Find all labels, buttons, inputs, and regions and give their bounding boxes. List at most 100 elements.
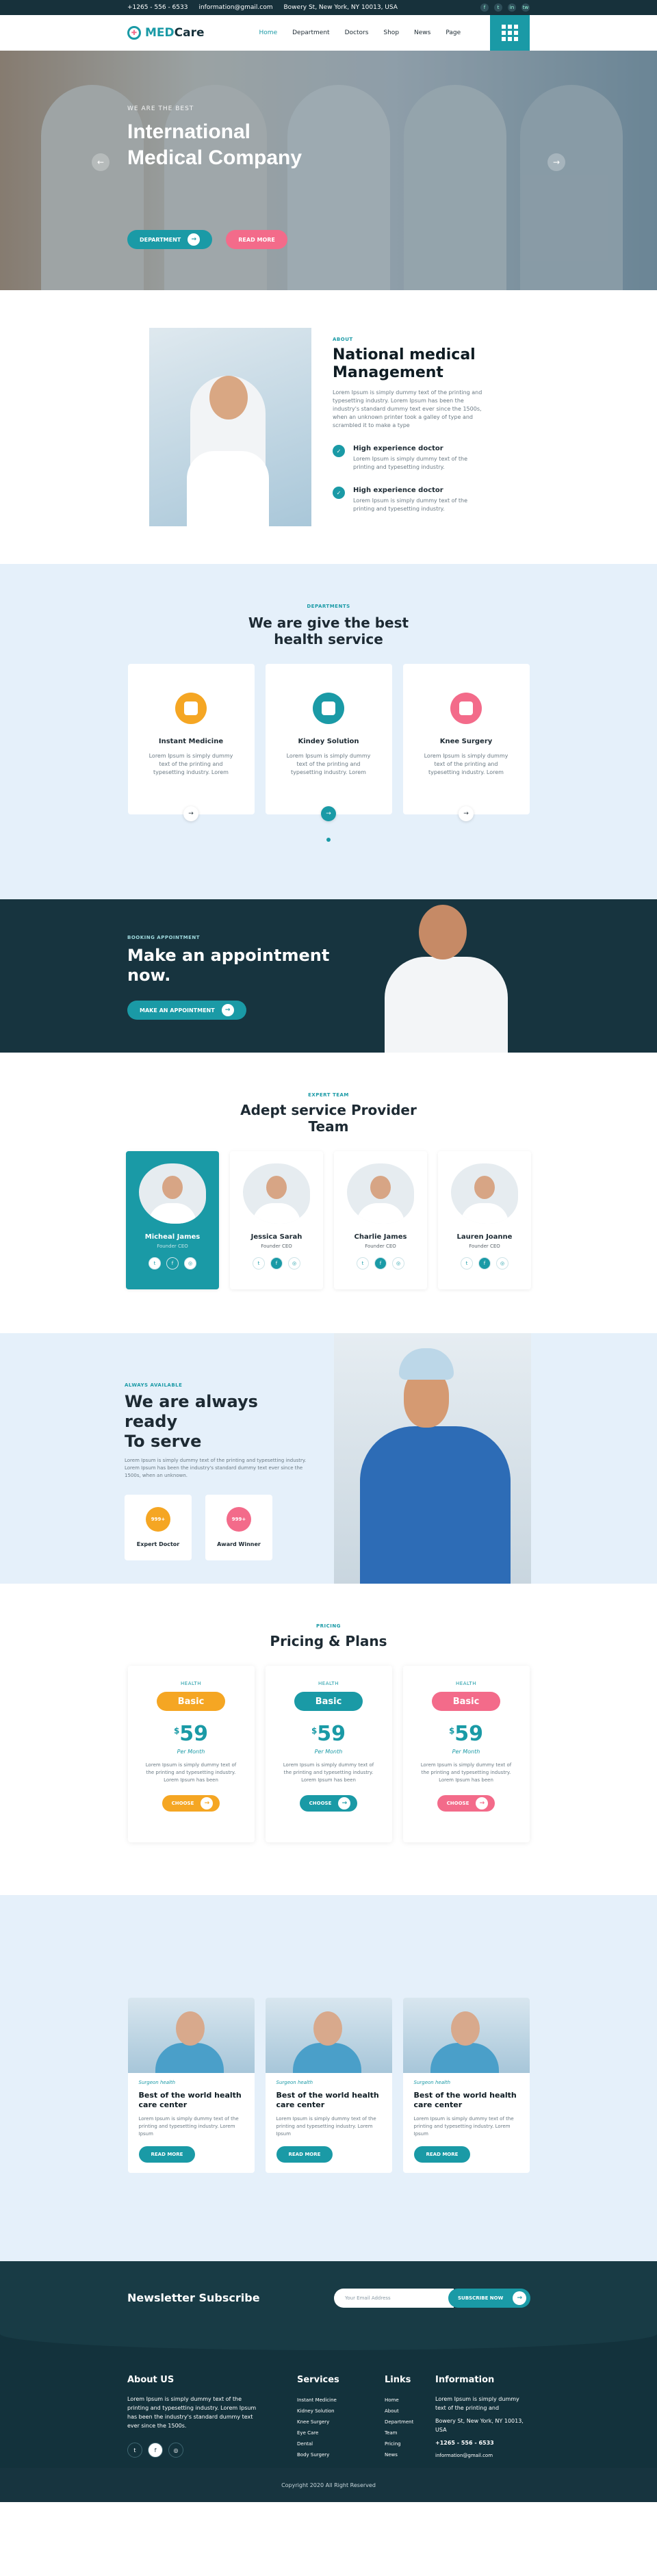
facebook-icon[interactable]: f [148,2443,163,2458]
footer-address: Bowery St, New York, NY 10013, USA [435,2418,524,2433]
footer-service-link[interactable]: Knee Surgery [297,2417,339,2427]
arrow-right-icon[interactable]: → [183,806,198,821]
ready-tag: ALWAYS AVAILABLE [125,1382,183,1388]
blog-read-more-button[interactable]: READ MORE [413,2146,471,2163]
footer-email[interactable]: information@gmail.com [435,2451,531,2460]
pricing-title: Pricing & Plans [270,1633,387,1649]
instagram-icon[interactable]: ◎ [392,1257,404,1270]
facebook-icon[interactable]: f [478,1257,491,1270]
choose-button[interactable]: CHOOSE → [299,1795,358,1812]
facebook-icon[interactable]: f [270,1257,283,1270]
grid-menu-button[interactable] [490,15,530,51]
blog-card: Surgeon health Best of the world health … [265,1998,392,2173]
team-card[interactable]: Lauren Joanne Founder CEO t f ◎ [438,1151,531,1289]
team-card[interactable]: Jessica Sarah Founder CEO t f ◎ [230,1151,323,1289]
team-card[interactable]: Micheal James Founder CEO t f ◎ [126,1151,219,1289]
subscribe-button[interactable]: SUBSCRIBE NOW → [448,2289,530,2308]
service-card[interactable]: Instant Medicine Lorem Ipsum is simply du… [127,664,255,821]
doctor-image [385,905,508,1053]
avatar [347,1163,414,1224]
newsletter-title: Newsletter Subscribe [127,2291,260,2304]
footer-link[interactable]: About [385,2406,413,2417]
nav-item-shop[interactable]: Shop [383,29,399,36]
knee-icon [450,693,482,724]
instagram-icon[interactable]: ◎ [288,1257,300,1270]
facebook-icon[interactable]: f [374,1257,387,1270]
footer-link[interactable]: Pricing [385,2438,413,2449]
footer-links-title: Links [385,2375,411,2385]
footer-service-link[interactable]: Kidney Solution [297,2406,339,2417]
phone-text: +1265 - 556 - 6533 [127,4,188,11]
slider-prev-arrow-icon[interactable]: ← [92,153,110,171]
pricing-section: PRICING Pricing & Plans HEALTH Basic $59… [0,1584,657,1895]
linkedin-icon[interactable]: in [508,3,516,12]
copyright-bar: Copyright 2020 All Right Reserved [0,2468,657,2502]
choose-button[interactable]: CHOOSE → [162,1795,220,1812]
footer-service-link[interactable]: Eye Care [297,2427,339,2438]
service-card[interactable]: Kindey Solution Lorem Ipsum is simply dum… [265,664,392,821]
facebook-icon[interactable]: f [166,1257,179,1270]
site-logo[interactable]: ✚ MEDCare [127,26,205,40]
about-feature: ✓ High experience doctor Lorem Ipsum is s… [333,445,490,472]
newsletter-email-input[interactable]: Your Email Address [334,2289,454,2308]
carousel-dot[interactable] [326,838,331,842]
check-icon: ✓ [333,445,345,457]
twitter-icon[interactable]: t [494,3,502,12]
read-more-button[interactable]: READ MORE [226,230,287,249]
hero-slider: ← → WE ARE THE BEST International Medical… [0,51,657,290]
stat-badge: 999+ Expert Doctor [125,1495,192,1560]
nav-item-doctors[interactable]: Doctors [345,29,369,36]
nav-item-department[interactable]: Department [292,29,329,36]
appointment-banner: BOOKING APPOINTMENT Make an appointment n… [0,899,657,1053]
nav-item-home[interactable]: Home [259,29,278,36]
nav-item-page[interactable]: Page [446,29,461,36]
about-section: ABOUT National medical Management Lorem … [0,290,657,564]
facebook-icon[interactable]: f [480,3,489,12]
instagram-icon[interactable]: ◎ [168,2443,183,2458]
footer-link[interactable]: Department [385,2417,413,2427]
twitter-bird-icon[interactable]: tw [521,3,530,12]
about-doctors-image [149,328,311,526]
footer-service-link[interactable]: Body Surgery [297,2449,339,2460]
arrow-right-icon[interactable]: → [459,806,474,821]
twitter-icon[interactable]: t [149,1257,161,1270]
arrow-right-icon: → [476,1797,489,1809]
pricing-card: HEALTH Basic $59 Per Month Lorem Ipsum i… [402,1666,530,1842]
instagram-icon[interactable]: ◎ [184,1257,196,1270]
instagram-icon[interactable]: ◎ [496,1257,508,1270]
twitter-icon[interactable]: t [357,1257,369,1270]
address-text: Bowery St, New York, NY 10013, USA [283,4,398,11]
service-card[interactable]: Knee Surgery Lorem Ipsum is simply dummy … [402,664,530,821]
email-text[interactable]: information@gmail.com [198,4,272,11]
twitter-icon[interactable]: t [127,2443,142,2458]
blog-section: Surgeon health Best of the world health … [0,1895,657,2261]
blog-read-more-button[interactable]: READ MORE [138,2146,196,2163]
make-appointment-button[interactable]: MAKE AN APPOINTMENT → [127,1001,246,1020]
nav-item-news[interactable]: News [414,29,430,36]
arrow-right-icon[interactable]: → [321,806,336,821]
footer-service-link[interactable]: Dental [297,2438,339,2449]
medicine-icon [175,693,207,724]
department-button[interactable]: DEPARTMENT → [127,230,213,249]
grid-icon [502,25,518,41]
footer-link[interactable]: News [385,2449,413,2460]
blog-read-more-button[interactable]: READ MORE [276,2146,333,2163]
arrow-right-icon: → [188,233,201,246]
footer-link[interactable]: Team [385,2427,413,2438]
nav-menu: Home Department Doctors Shop News Page [259,29,461,36]
services-section: DEPARTMENTS We are give the best health s… [0,564,657,899]
kidney-icon [313,693,344,724]
pricing-tag: PRICING [316,1623,341,1629]
slider-next-arrow-icon[interactable]: → [548,153,565,171]
twitter-icon[interactable]: t [253,1257,265,1270]
team-card[interactable]: Charlie James Founder CEO t f ◎ [334,1151,427,1289]
footer-link[interactable]: Home [385,2395,413,2406]
footer-service-link[interactable]: Instant Medicine [297,2395,339,2406]
choose-button[interactable]: CHOOSE → [437,1795,495,1812]
surgeon-image [334,1333,531,1584]
services-title: We are give the best health service [248,615,409,647]
about-title: National medical Management [333,346,476,381]
twitter-icon[interactable]: t [461,1257,473,1270]
footer-about-text: Lorem Ipsum is simply dummy text of the … [127,2396,257,2429]
ready-text: Lorem Ipsum is simply dummy text of the … [125,1458,307,1478]
